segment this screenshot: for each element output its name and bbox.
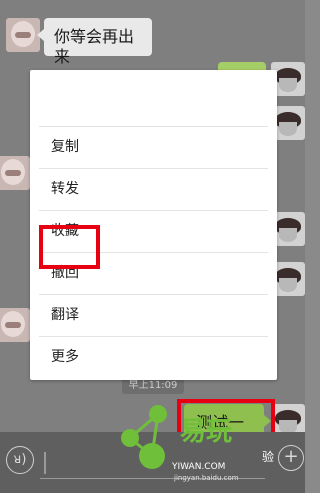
plus-icon[interactable]: + — [278, 445, 304, 471]
watermark-url: jingyan.baidu.com — [174, 474, 239, 482]
text-cursor — [44, 452, 46, 474]
menu-item-forward[interactable]: 转发 — [39, 168, 268, 209]
watermark-brand-suffix: 验 — [262, 450, 275, 464]
contact-avatar[interactable] — [0, 156, 30, 190]
annotation-highlight — [39, 225, 100, 269]
contact-avatar[interactable] — [6, 18, 40, 52]
message-text: 你等会再出来 — [54, 27, 135, 66]
menu-item-more[interactable]: 更多 — [39, 336, 268, 377]
watermark-brand: 易玩 — [180, 417, 233, 447]
message-bubble-received[interactable]: 你等会再出来 — [44, 18, 152, 66]
watermark: 易玩 验 YIWAN.COM jingyan.baidu.com — [112, 392, 275, 490]
contact-avatar[interactable] — [0, 308, 30, 342]
menu-title-area — [48, 86, 103, 112]
menu-item-copy[interactable]: 复制 — [39, 126, 268, 167]
bubble-tail — [37, 29, 44, 41]
voice-icon[interactable]: ᴚ) — [6, 446, 34, 474]
watermark-domain: YIWAN.COM — [172, 462, 226, 472]
menu-item-translate[interactable]: 翻译 — [39, 294, 268, 335]
